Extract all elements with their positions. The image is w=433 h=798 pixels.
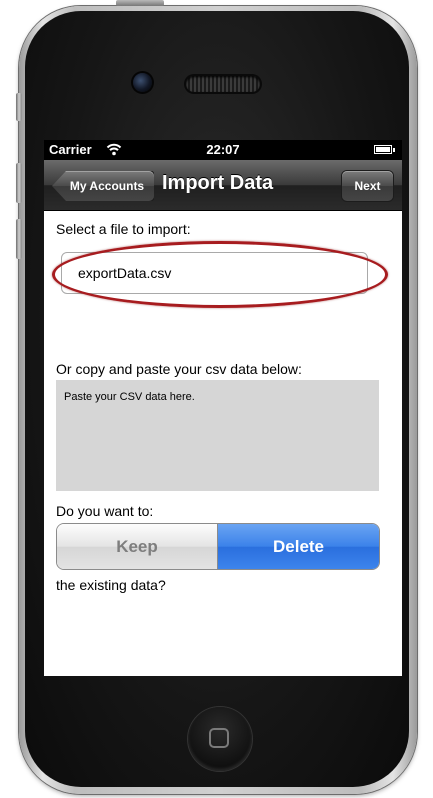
select-file-label: Select a file to import: xyxy=(56,221,191,237)
back-button[interactable]: My Accounts xyxy=(52,171,154,201)
speaker-grill xyxy=(186,76,260,92)
existing-data-label: the existing data? xyxy=(56,577,166,593)
csv-text-area[interactable]: Paste your CSV data here. xyxy=(56,380,379,491)
battery-tip xyxy=(393,148,395,152)
segment-keep[interactable]: Keep xyxy=(57,524,218,569)
segment-delete[interactable]: Delete xyxy=(218,524,379,569)
status-bar: Carrier 22:07 xyxy=(44,140,402,160)
volume-down-button xyxy=(16,219,22,259)
screen: Carrier 22:07 My Accounts Import Data Ne… xyxy=(44,140,402,676)
volume-up-button xyxy=(16,163,22,203)
navigation-bar: My Accounts Import Data Next xyxy=(44,160,402,211)
power-button xyxy=(116,0,164,6)
keep-delete-segmented-control: Keep Delete xyxy=(56,523,380,570)
file-picker-field[interactable]: exportData.csv xyxy=(61,252,368,294)
battery-icon xyxy=(374,145,392,154)
status-time: 22:07 xyxy=(206,142,240,157)
home-button[interactable] xyxy=(188,707,252,771)
home-square-icon xyxy=(209,728,229,748)
mute-switch xyxy=(16,93,22,121)
page-title: Import Data xyxy=(162,172,274,194)
question-label: Do you want to: xyxy=(56,503,154,519)
next-button[interactable]: Next xyxy=(342,171,393,201)
paste-csv-label: Or copy and paste your csv data below: xyxy=(56,361,302,377)
camera-icon xyxy=(133,73,152,92)
